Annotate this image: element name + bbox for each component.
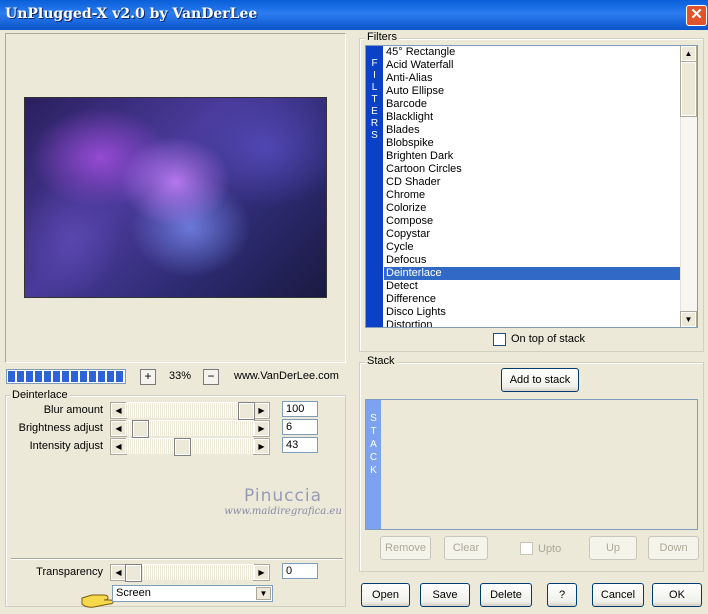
brightness-adjust-label: Brightness adjust — [18, 422, 103, 434]
brightness-adjust-slider[interactable]: ◀ ▶ — [110, 419, 270, 438]
website-link[interactable]: www.VanDerLee.com — [234, 370, 339, 382]
scroll-up-arrow-icon[interactable]: ▲ — [680, 46, 697, 62]
filter-list-item[interactable]: Cartoon Circles — [384, 163, 680, 176]
remove-button[interactable]: Remove — [380, 536, 431, 560]
filters-vertical-label: FILTERS — [366, 46, 383, 327]
blur-amount-field[interactable]: 100 — [282, 401, 318, 417]
slider-track[interactable] — [126, 420, 254, 438]
filter-list-item[interactable]: Compose — [384, 215, 680, 228]
parameters-group-label: Deinterlace — [10, 389, 70, 401]
slider-left-arrow-icon[interactable]: ◀ — [110, 401, 127, 419]
filter-list[interactable]: FILTERS 45° Rectangle Acid Waterfall Anti-… — [365, 45, 698, 328]
stack-group-label: Stack — [365, 355, 397, 367]
cancel-button[interactable]: Cancel — [592, 583, 644, 607]
blur-amount-label: Blur amount — [43, 404, 103, 416]
filter-list-item[interactable]: Auto Ellipse — [384, 85, 680, 98]
zoom-in-button[interactable]: + — [140, 369, 156, 385]
intensity-adjust-label: Intensity adjust — [29, 440, 103, 452]
scroll-thumb[interactable] — [680, 61, 697, 117]
filter-list-item[interactable]: Copystar — [384, 228, 680, 241]
zoom-value: 33% — [168, 370, 192, 382]
down-button[interactable]: Down — [648, 536, 699, 560]
open-button[interactable]: Open — [361, 583, 410, 607]
blur-amount-slider[interactable]: ◀ ▶ — [110, 401, 270, 420]
filter-list-scrollbar[interactable]: ▲ ▼ — [680, 46, 697, 327]
filter-list-item[interactable]: Barcode — [384, 98, 680, 111]
intensity-adjust-slider[interactable]: ◀ ▶ — [110, 437, 270, 456]
filter-items: 45° Rectangle Acid Waterfall Anti-Alias Aut… — [384, 46, 680, 327]
stack-vertical-label: STACK — [366, 400, 381, 529]
slider-track[interactable] — [125, 564, 254, 582]
upto-label: Upto — [538, 543, 562, 555]
transparency-label: Transparency — [36, 566, 103, 578]
filter-list-item[interactable]: Blades — [384, 124, 680, 137]
intensity-adjust-field[interactable]: 43 — [282, 437, 318, 453]
help-button[interactable]: ? — [547, 583, 577, 607]
slider-left-arrow-icon[interactable]: ◀ — [110, 563, 127, 581]
clear-button[interactable]: Clear — [444, 536, 488, 560]
slider-left-arrow-icon[interactable]: ◀ — [110, 437, 127, 455]
slider-thumb[interactable] — [132, 420, 149, 438]
on-top-of-stack-label: On top of stack — [511, 333, 585, 345]
filter-list-item[interactable]: Anti-Alias — [384, 72, 680, 85]
filter-list-item[interactable]: Disco Lights — [384, 306, 680, 319]
transparency-slider[interactable]: ◀ ▶ — [110, 563, 270, 582]
stack-list[interactable]: STACK — [365, 399, 698, 530]
slider-thumb[interactable] — [125, 564, 142, 582]
slider-right-arrow-icon[interactable]: ▶ — [253, 563, 270, 581]
upto-checkbox[interactable] — [520, 542, 533, 555]
blend-mode-value: Screen — [116, 587, 151, 599]
filter-list-item[interactable]: Colorize — [384, 202, 680, 215]
slider-thumb[interactable] — [174, 438, 191, 456]
filter-list-item[interactable]: Cycle — [384, 241, 680, 254]
slider-track[interactable] — [126, 438, 254, 456]
progress-fill — [8, 371, 124, 382]
zoom-out-button[interactable]: − — [203, 369, 219, 385]
filters-group-label: Filters — [365, 31, 399, 43]
slider-right-arrow-icon[interactable]: ▶ — [253, 419, 270, 437]
watermark-site: www.maidiregrafica.eu — [224, 506, 342, 517]
watermark: Pinuccia www.maidiregrafica.eu — [218, 486, 348, 517]
slider-track[interactable] — [126, 402, 255, 420]
divider — [11, 558, 343, 560]
ok-button[interactable]: OK — [652, 583, 702, 607]
filter-list-item[interactable]: Defocus — [384, 254, 680, 267]
watermark-name: Pinuccia — [244, 486, 322, 506]
filter-list-item[interactable]: CD Shader — [384, 176, 680, 189]
save-button[interactable]: Save — [420, 583, 470, 607]
dropdown-arrow-icon[interactable]: ▼ — [256, 587, 271, 600]
pointing-hand-icon — [80, 589, 114, 609]
delete-button[interactable]: Delete — [480, 583, 532, 607]
preview-image[interactable] — [24, 97, 327, 298]
transparency-field[interactable]: 0 — [282, 563, 318, 579]
filter-list-item[interactable]: Brighten Dark — [384, 150, 680, 163]
slider-thumb[interactable] — [238, 402, 255, 420]
filter-list-item[interactable]: Deinterlace — [384, 267, 680, 280]
blend-mode-select[interactable]: Screen ▼ — [112, 585, 273, 602]
filter-list-item[interactable]: Chrome — [384, 189, 680, 202]
filter-list-item[interactable]: Acid Waterfall — [384, 59, 680, 72]
filter-list-item[interactable]: 45° Rectangle — [384, 46, 680, 59]
slider-left-arrow-icon[interactable]: ◀ — [110, 419, 127, 437]
add-to-stack-button[interactable]: Add to stack — [501, 368, 579, 392]
slider-right-arrow-icon[interactable]: ▶ — [253, 437, 270, 455]
brightness-adjust-field[interactable]: 6 — [282, 419, 318, 435]
filter-list-item[interactable]: Blacklight — [384, 111, 680, 124]
filter-list-item[interactable]: Blobspike — [384, 137, 680, 150]
window-title: UnPlugged-X v2.0 by VanDerLee — [5, 6, 258, 22]
scroll-down-arrow-icon[interactable]: ▼ — [680, 311, 697, 327]
progress-bar — [6, 369, 126, 384]
filter-list-item[interactable]: Difference — [384, 293, 680, 306]
on-top-of-stack-checkbox[interactable] — [493, 333, 506, 346]
close-button[interactable]: ✕ — [686, 5, 707, 26]
filter-list-item[interactable]: Detect — [384, 280, 680, 293]
slider-right-arrow-icon[interactable]: ▶ — [253, 401, 270, 419]
up-button[interactable]: Up — [589, 536, 637, 560]
filter-list-item[interactable]: Distortion — [384, 319, 680, 327]
